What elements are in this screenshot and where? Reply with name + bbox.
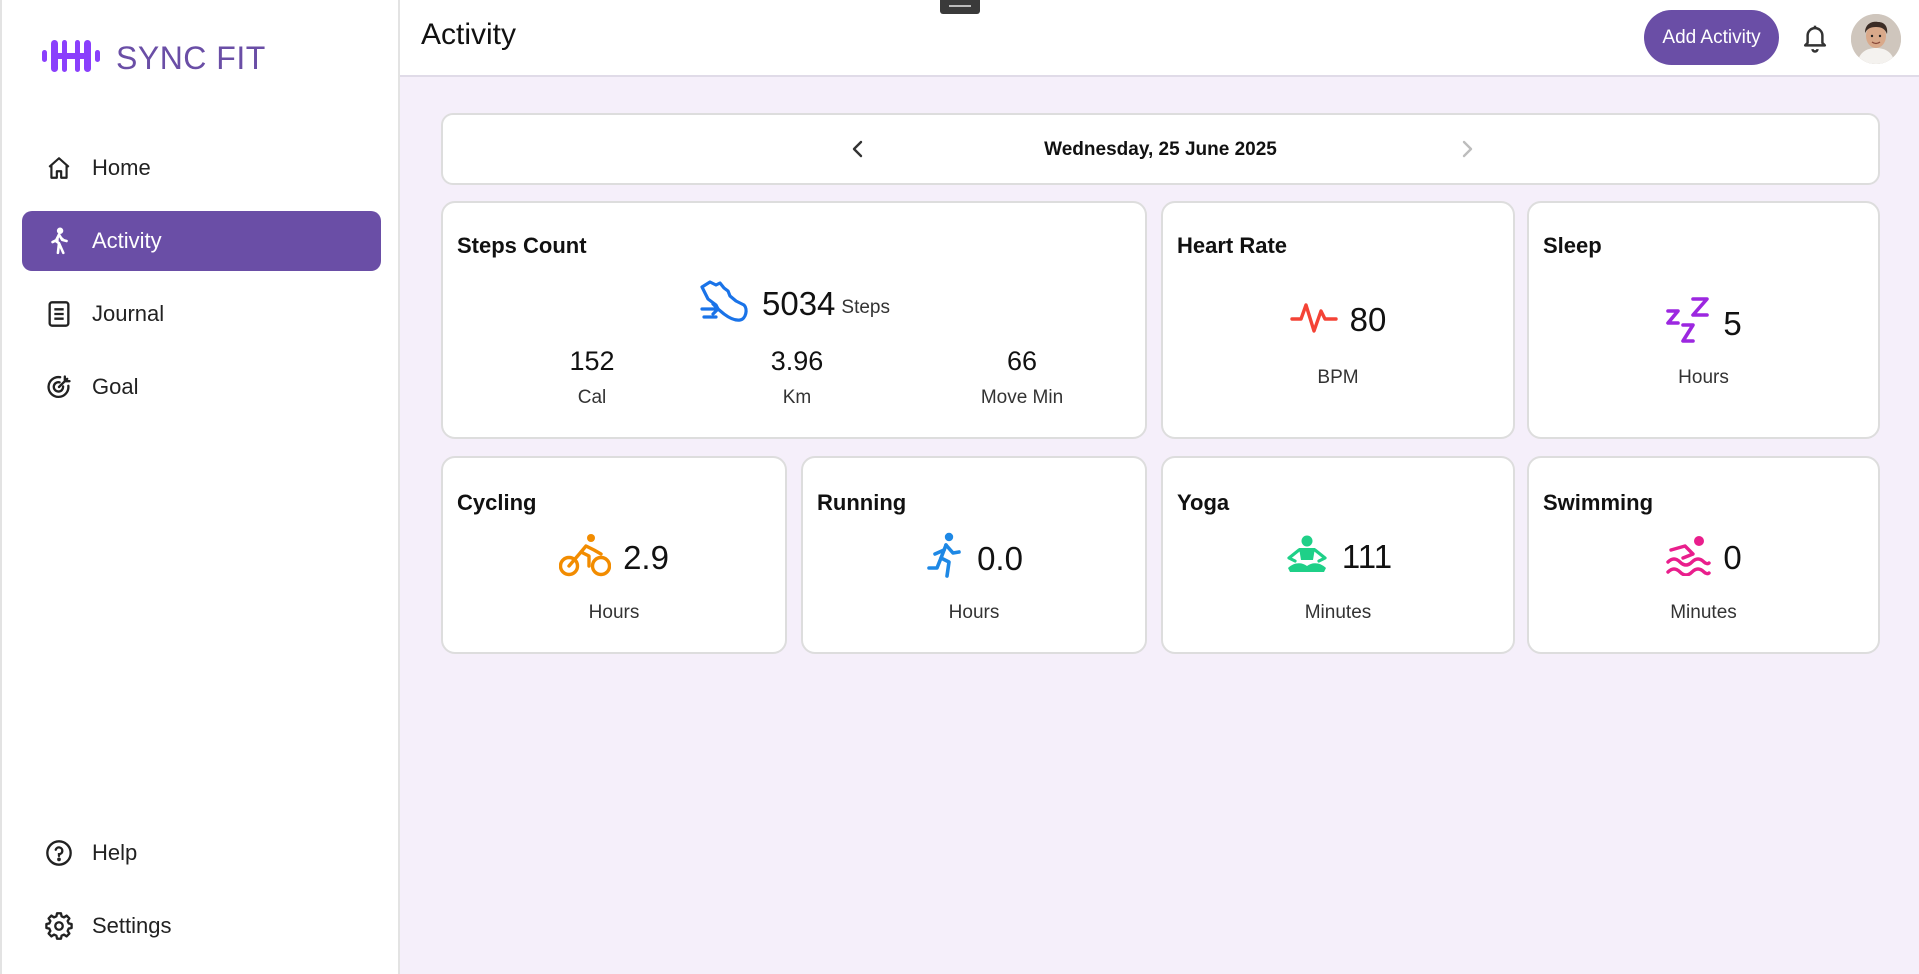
brand-logo[interactable]: SYNC FIT	[40, 34, 266, 82]
stat-label: Cal	[577, 387, 607, 408]
cycling-card[interactable]: Cycling 2.9 Hours	[441, 456, 787, 654]
add-activity-button[interactable]: Add Activity	[1644, 10, 1779, 65]
walking-icon	[44, 226, 74, 256]
sidebar-item-label: Settings	[92, 913, 172, 938]
swimming-value: 0	[1723, 538, 1742, 576]
steps-value: 5034	[761, 284, 836, 322]
help-icon	[44, 838, 74, 868]
home-icon	[44, 153, 74, 183]
sidebar-item-label: Journal	[92, 301, 165, 326]
heart-rate-card[interactable]: Heart Rate 80 BPM	[1161, 201, 1515, 439]
journal-icon	[44, 299, 74, 329]
yoga-metric: 111	[1163, 534, 1513, 579]
drag-handle[interactable]	[940, 0, 980, 14]
cycling-value: 2.9	[623, 538, 669, 576]
sleep-unit: Hours	[1678, 367, 1729, 388]
card-title: Cycling	[457, 490, 537, 515]
current-date: Wednesday, 25 June 2025	[1044, 139, 1277, 160]
app-name: SYNC FIT	[116, 39, 266, 76]
sleep-card[interactable]: Sleep 5 Hours	[1527, 201, 1880, 439]
stat-value: 66	[1006, 346, 1038, 376]
stat-label: Km	[782, 387, 812, 408]
heartbeat-icon	[1289, 297, 1338, 342]
swimming-metric: 0	[1529, 534, 1878, 581]
sidebar-item-help[interactable]: Help	[22, 823, 381, 883]
sidebar-item-label: Activity	[92, 228, 162, 253]
bell-icon[interactable]	[1800, 22, 1830, 54]
sidebar-item-activity[interactable]: Activity	[22, 211, 381, 271]
card-title: Running	[817, 490, 907, 515]
sidebar-item-goal[interactable]: Goal	[22, 357, 381, 417]
card-title: Steps Count	[457, 233, 587, 258]
yoga-unit: Minutes	[1304, 602, 1372, 623]
cycling-unit: Hours	[588, 602, 640, 623]
steps-count-card[interactable]: Steps Count 5034 Steps 152 Cal 3.96 Km 6…	[441, 201, 1147, 439]
stat-calories: 152 Cal	[512, 346, 672, 409]
stat-distance: 3.96 Km	[717, 346, 877, 409]
stat-value: 3.96	[770, 346, 824, 376]
running-card[interactable]: Running 0.0 Hours	[801, 456, 1147, 654]
swimming-unit: Minutes	[1670, 602, 1737, 623]
heart-rate-metric: 80	[1163, 297, 1513, 342]
chevron-right-icon[interactable]	[1455, 137, 1479, 161]
sidebar-item-settings[interactable]: Settings	[22, 896, 381, 956]
sleep-value: 5	[1723, 304, 1742, 342]
running-metric: 0.0	[803, 532, 1145, 585]
heart-rate-value: 80	[1349, 300, 1387, 338]
date-navigator: Wednesday, 25 June 2025	[441, 113, 1880, 185]
card-title: Sleep	[1543, 233, 1602, 258]
swimming-icon	[1665, 534, 1712, 581]
running-value: 0.0	[977, 539, 1023, 577]
stat-move-min: 66 Move Min	[942, 346, 1102, 409]
swimming-card[interactable]: Swimming 0 Minutes	[1527, 456, 1880, 654]
sidebar: SYNC FIT Home Activity Journal Goal Help	[0, 0, 400, 974]
sidebar-item-journal[interactable]: Journal	[22, 284, 381, 344]
yoga-card[interactable]: Yoga 111 Minutes	[1161, 456, 1515, 654]
sidebar-item-home[interactable]: Home	[22, 138, 381, 198]
sidebar-item-label: Goal	[92, 374, 139, 399]
steps-metric: 5034 Steps	[443, 279, 1145, 328]
heart-rate-unit: BPM	[1317, 367, 1359, 388]
running-icon	[925, 532, 965, 585]
sidebar-item-label: Help	[92, 840, 138, 865]
sidebar-item-label: Home	[92, 155, 151, 180]
running-unit: Hours	[948, 602, 1000, 623]
dumbbell-logo-icon	[40, 35, 102, 82]
shoe-icon	[698, 279, 750, 328]
zzz-icon	[1665, 295, 1711, 352]
gear-icon	[44, 911, 74, 941]
avatar[interactable]	[1851, 14, 1901, 64]
cycling-metric: 2.9	[443, 532, 785, 583]
card-title: Swimming	[1543, 490, 1654, 515]
top-header: Activity Add Activity	[400, 0, 1919, 77]
stat-value: 152	[569, 346, 615, 376]
page-title: Activity	[421, 18, 517, 51]
card-title: Heart Rate	[1177, 233, 1288, 258]
bicycle-icon	[558, 532, 612, 583]
steps-unit: Steps	[841, 296, 890, 318]
yoga-icon	[1284, 534, 1330, 579]
sleep-metric: 5	[1529, 295, 1878, 352]
stat-label: Move Min	[980, 387, 1064, 408]
card-title: Yoga	[1177, 490, 1230, 515]
yoga-value: 111	[1341, 537, 1393, 575]
goal-icon	[44, 372, 74, 402]
